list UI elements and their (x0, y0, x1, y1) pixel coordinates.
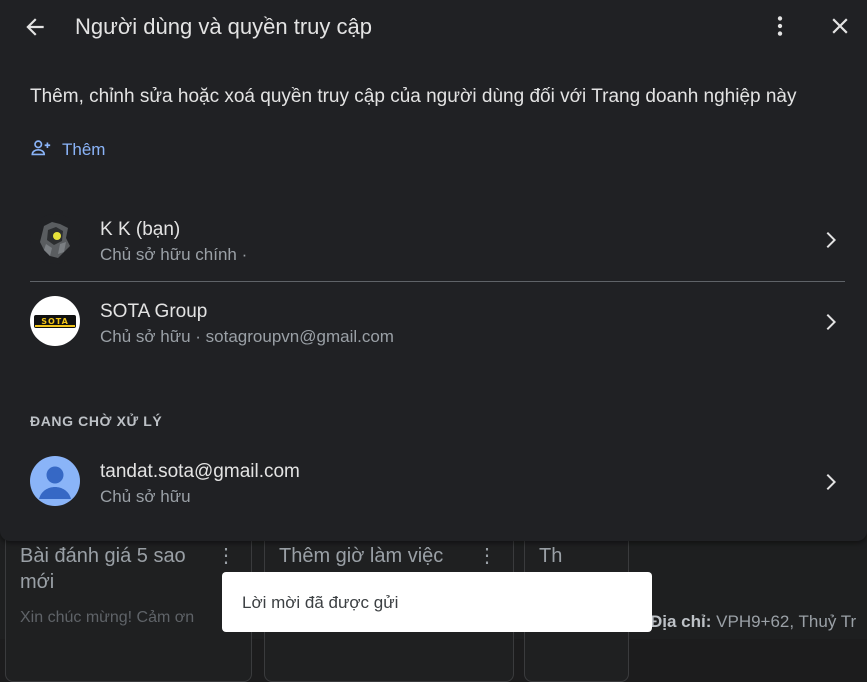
address-line: Địa chỉ: VPH9+62, Thuỷ Tr (650, 612, 856, 632)
hours-card-title: Thêm giờ làm việc (279, 545, 444, 567)
person-add-icon (30, 137, 52, 164)
chevron-right-icon (818, 228, 842, 252)
more-vert-icon[interactable]: ⋮ (216, 543, 236, 568)
default-person-avatar (30, 456, 80, 506)
review-card-subtitle: Xin chúc mừng! Cảm ơn (20, 609, 195, 626)
address-value: VPH9+62, Thuỷ Tr (716, 612, 857, 631)
back-arrow-icon[interactable] (22, 14, 48, 40)
address-label: Địa chỉ: (650, 612, 712, 631)
robot-avatar (30, 214, 80, 264)
snackbar-toast: Lời mời đã được gửi (222, 572, 652, 632)
toast-message: Lời mời đã được gửi (242, 593, 399, 612)
more-vert-icon[interactable]: ⋮ (477, 543, 497, 568)
user-name: SOTA Group (100, 301, 208, 322)
add-user-button[interactable]: Thêm (30, 137, 105, 163)
user-name: K K (bạn) (100, 219, 181, 240)
more-vert-icon[interactable] (767, 12, 793, 40)
chevron-right-icon (818, 310, 842, 334)
user-row[interactable]: SOTA SOTA Group Chủ sở hữu · sotagroupvn… (0, 282, 867, 362)
review-card-title: Bài đánh giá 5 sao mới (20, 545, 186, 593)
user-role: Chủ sở hữu (100, 487, 191, 506)
user-name: tandat.sota@gmail.com (100, 461, 300, 482)
add-user-label: Thêm (62, 140, 106, 159)
user-role: Chủ sở hữu chính · (100, 245, 248, 264)
description-text: Thêm, chỉnh sửa hoặc xoá quyền truy cập … (30, 86, 797, 107)
sota-logo-text: SOTA (41, 317, 69, 326)
pending-section-title: ĐANG CHỜ XỬ LÝ (30, 413, 163, 429)
pending-user-row[interactable]: tandat.sota@gmail.com Chủ sở hữu (0, 442, 867, 522)
user-row[interactable]: K K (bạn) Chủ sở hữu chính · (0, 200, 867, 280)
third-card-title: Th (539, 545, 563, 567)
users-access-panel: Người dùng và quyền truy cập Thêm, chỉnh… (0, 0, 867, 541)
user-role: Chủ sở hữu · sotagroupvn@gmail.com (100, 327, 394, 346)
close-icon[interactable] (827, 13, 853, 39)
chevron-right-icon (818, 470, 842, 494)
page-title: Người dùng và quyền truy cập (75, 14, 372, 39)
review-card[interactable]: Bài đánh giá 5 sao mới ⋮ Xin chúc mừng! … (5, 520, 252, 682)
sota-logo-avatar: SOTA (30, 296, 80, 346)
